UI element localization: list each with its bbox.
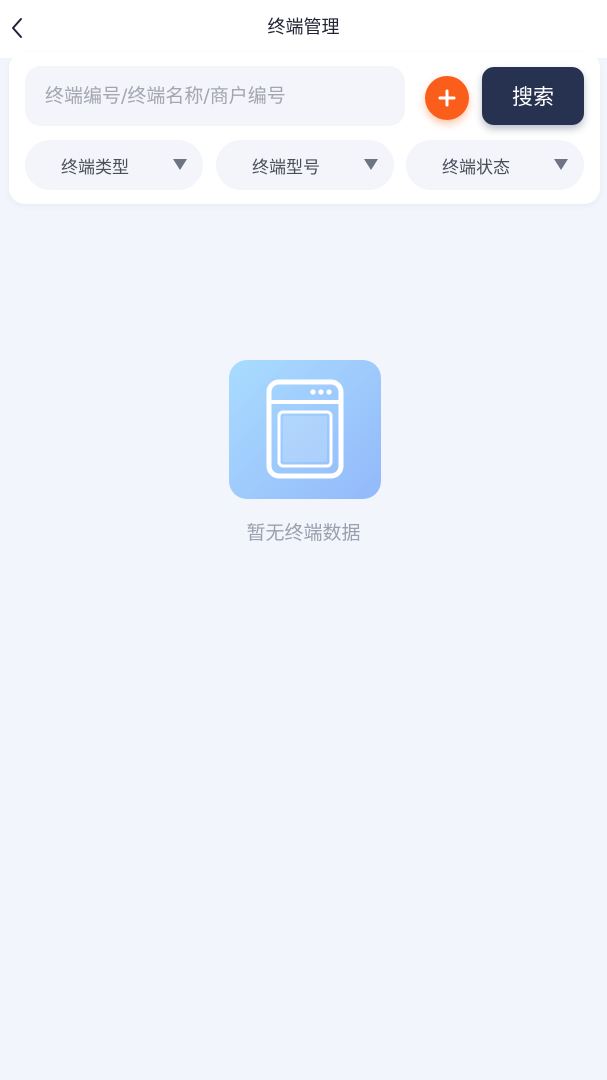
terminal-type-dropdown[interactable]: 终端类型 [25,140,203,190]
terminal-model-dropdown[interactable]: 终端型号 [216,140,394,190]
search-field-container[interactable] [25,66,405,126]
caret-down-icon [173,159,187,170]
search-button[interactable]: 搜索 [482,67,584,125]
terminal-status-dropdown[interactable]: 终端状态 [406,140,584,190]
add-terminal-button[interactable] [425,76,469,120]
page-title: 终端管理 [267,17,340,38]
top-navigation-bar: 终端管理 [0,0,607,58]
empty-state-illustration [229,360,381,499]
empty-state-message: 暂无终端数据 [246,522,361,544]
terminal-type-label: 终端类型 [61,157,129,178]
terminal-model-label: 终端型号 [252,157,320,178]
search-input[interactable] [43,84,405,108]
caret-down-icon [364,159,378,170]
caret-down-icon [554,159,568,170]
terminal-device-icon [266,379,344,479]
search-filter-card: 搜索 终端类型 终端型号 终端状态 [9,52,600,204]
plus-icon [438,89,456,107]
terminal-status-label: 终端状态 [442,157,510,178]
